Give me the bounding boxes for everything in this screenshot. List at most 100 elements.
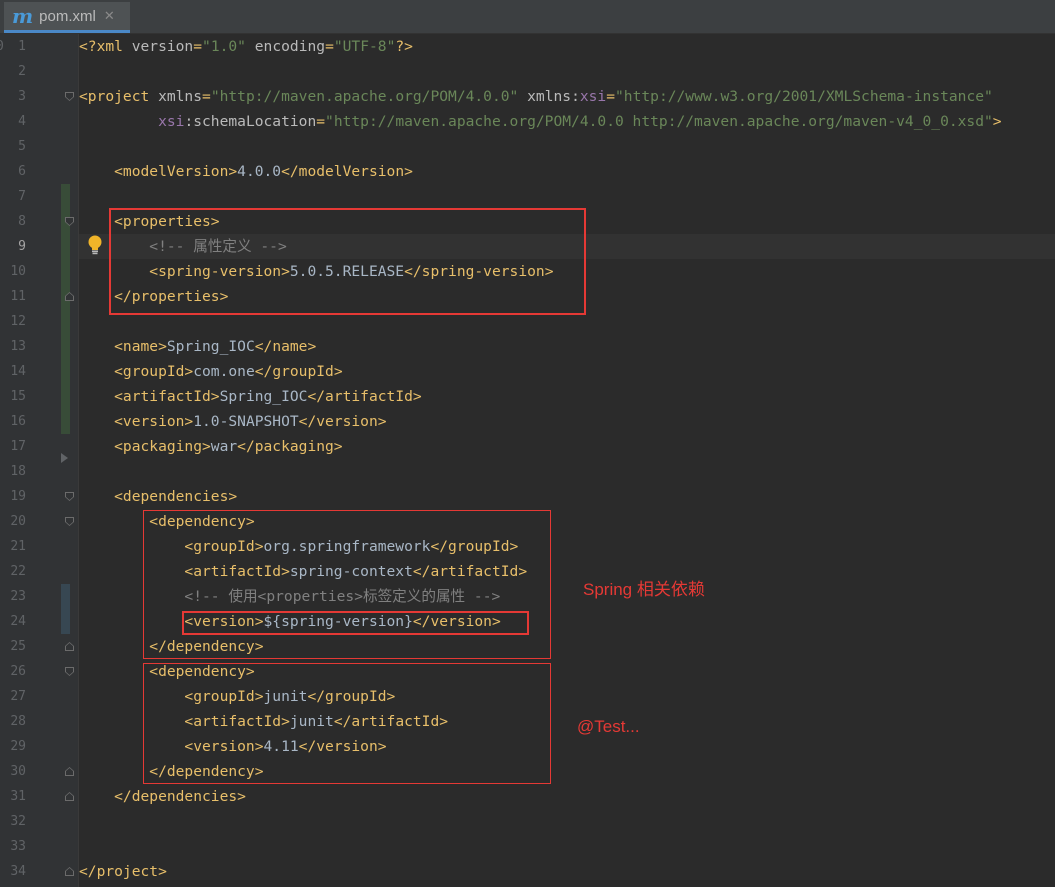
line-number: 13 [10, 339, 26, 354]
code-line[interactable]: <?xml version="1.0" encoding="UTF-8"?> [79, 34, 413, 59]
line-number: 14 [10, 364, 26, 379]
code-token: = [325, 38, 334, 55]
code-line[interactable]: <artifactId>Spring_IOC</artifactId> [79, 384, 422, 409]
code-token: <artifactId> [79, 388, 220, 405]
code-token: <dependencies> [79, 488, 238, 505]
code-token: "http://www.w3.org/2001/XMLSchema-instan… [615, 88, 993, 105]
line-number: 33 [10, 839, 26, 854]
code-token: = [316, 113, 326, 130]
code-token: xsi [579, 88, 607, 105]
code-line[interactable]: </project> [79, 859, 167, 884]
line-number: 18 [10, 464, 26, 479]
line-number: 31 [10, 789, 26, 804]
code-token: </packaging> [237, 438, 343, 455]
line-number: 22 [10, 564, 26, 579]
code-token: xsi [158, 113, 185, 130]
line-number: 2 [18, 64, 26, 79]
code-token: </modelVersion> [281, 163, 413, 180]
code-line[interactable]: xsi:schemaLocation="http://maven.apache.… [79, 109, 1002, 134]
code-token: <version> [79, 413, 194, 430]
code-token: :schemaLocation [184, 113, 317, 130]
code-line[interactable]: <groupId>com.one</groupId> [79, 359, 342, 384]
line-number: 1 [18, 39, 26, 54]
line-number: 24 [10, 614, 26, 629]
code-token: </artifactId> [307, 388, 422, 405]
code-line[interactable]: <modelVersion>4.0.0</modelVersion> [79, 159, 413, 184]
line-number: 5 [18, 139, 26, 154]
code-token: Spring_IOC [166, 338, 255, 355]
code-line[interactable]: <project xmlns="http://maven.apache.org/… [79, 84, 993, 109]
code-token: = [193, 38, 203, 55]
code-line[interactable]: </dependencies> [79, 784, 246, 809]
code-token: "http://maven.apache.org/POM/4.0.0 http:… [325, 113, 993, 130]
line-number: 30 [10, 764, 26, 779]
line-number: 10 [10, 264, 26, 279]
tab-pom-xml[interactable]: m pom.xml ✕ [4, 2, 130, 33]
vcs-modified-marker [61, 584, 70, 634]
line-number: 23 [10, 589, 26, 604]
spring-annotation-note: Spring 相关依赖 [583, 580, 705, 599]
tab-label: pom.xml [39, 7, 96, 25]
code-token: "1.0" [202, 38, 246, 55]
properties-highlight-box [109, 208, 586, 315]
version-highlight-box [182, 611, 529, 635]
line-number: 7 [18, 189, 26, 204]
maven-m-icon: m [12, 4, 34, 28]
line-number: 16 [10, 414, 26, 429]
code-line[interactable]: <name>Spring_IOC</name> [79, 334, 316, 359]
line-number: 27 [10, 689, 26, 704]
code-token: "http://maven.apache.org/POM/4.0.0" [210, 88, 519, 105]
code-token: Spring_IOC [219, 388, 308, 405]
code-token: <groupId> [79, 363, 194, 380]
line-number: 12 [10, 314, 26, 329]
line-number: 15 [10, 389, 26, 404]
code-line[interactable]: <packaging>war</packaging> [79, 434, 343, 459]
line-number: 26 [10, 664, 26, 679]
collapsed-fold-arrow-icon[interactable] [61, 453, 68, 463]
code-token: xmlns [158, 88, 203, 105]
line-number: 29 [10, 739, 26, 754]
line-number: 4 [18, 114, 26, 129]
code-token: </dependencies> [79, 788, 246, 805]
line-number: 32 [10, 814, 26, 829]
code-token: </project> [79, 863, 167, 880]
code-token: ?> [395, 38, 413, 55]
spring-dependency-box [143, 510, 551, 659]
code-token: <project [79, 88, 159, 105]
code-token: </version> [298, 413, 387, 430]
junit-dependency-box [143, 663, 551, 784]
code-token: <modelVersion> [79, 163, 238, 180]
line-number: 11 [10, 289, 26, 304]
line-number: 6 [18, 164, 26, 179]
code-token: version [131, 38, 194, 55]
code-token: war [210, 438, 238, 455]
code-token: = [202, 88, 211, 105]
test-annotation-note: @Test... [577, 717, 640, 736]
code-token: > [992, 113, 1002, 130]
code-line[interactable]: <dependencies> [79, 484, 237, 509]
line-number: 17 [10, 439, 26, 454]
code-token: = [606, 88, 616, 105]
code-line[interactable]: <version>1.0-SNAPSHOT</version> [79, 409, 387, 434]
line-number: 34 [10, 864, 26, 879]
code-token: xmlns: [527, 88, 580, 105]
code-token: <packaging> [79, 438, 211, 455]
close-icon[interactable]: ✕ [104, 9, 115, 24]
editor-tab-bar: m pom.xml ✕ [0, 0, 1055, 34]
editor-window: m pom.xml ✕ 0 12345678910111213141516171… [0, 0, 1055, 887]
code-token: 1.0-SNAPSHOT [193, 413, 299, 430]
code-token: 4.0.0 [237, 163, 282, 180]
code-token: <name> [79, 338, 167, 355]
code-token: encoding [254, 38, 326, 55]
line-number: 21 [10, 539, 26, 554]
code-token: <?xml [79, 38, 132, 55]
line-number: 28 [10, 714, 26, 729]
line-number: 9 [18, 239, 26, 254]
line-number: 3 [18, 89, 26, 104]
code-token: </name> [254, 338, 317, 355]
line-number: 20 [10, 514, 26, 529]
code-token: "UTF-8" [333, 38, 396, 55]
